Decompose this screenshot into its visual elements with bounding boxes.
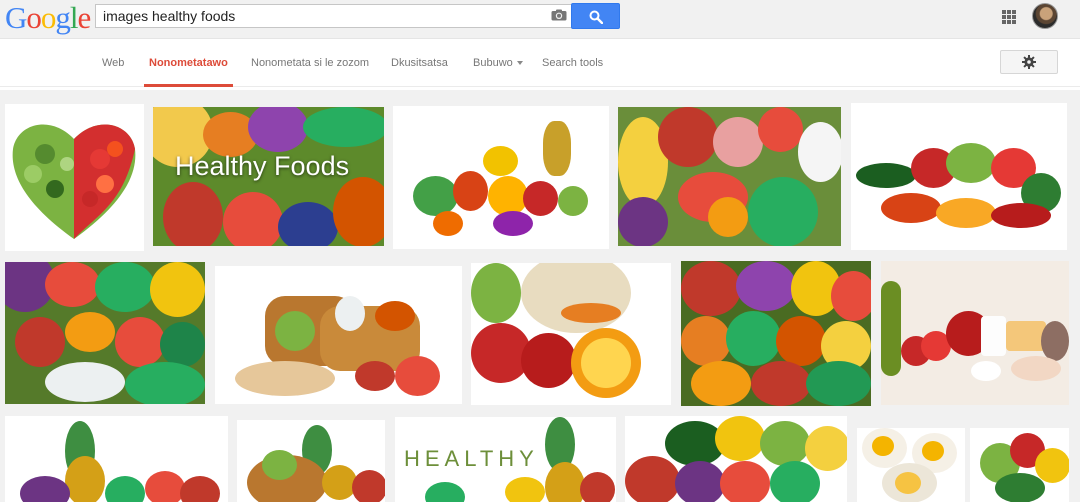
search-tools-button[interactable]: Search tools [542,57,603,69]
top-bar: Google images healthy foods [0,0,1080,39]
image-result-balanced-diet[interactable] [881,261,1069,405]
image-result-healthy-text[interactable]: HEALTHY [395,417,616,502]
tab-web[interactable]: Web [102,57,124,69]
heart-image [12,124,136,239]
logo-letter: o [40,0,56,35]
search-icon [589,10,603,24]
tab-videos[interactable]: Nonometata si le zozom [251,57,369,69]
gear-icon [1022,55,1036,69]
search-query-text: images healthy foods [103,8,236,24]
settings-button[interactable] [1000,50,1058,74]
google-logo[interactable]: Google [5,0,92,35]
logo-letter: o [26,0,41,35]
logo-letter: e [77,0,92,35]
tab-images[interactable]: Nonometatawo [149,57,228,69]
image-result-mixed-produce[interactable] [625,416,847,502]
image-result-vegetables[interactable] [851,103,1067,250]
apps-grid-icon[interactable] [1002,10,1016,24]
logo-letter: l [69,0,79,35]
image-result-healthy-foods-banner[interactable]: Healthy Foods [153,107,384,246]
active-tab-indicator [144,84,233,87]
search-button[interactable] [571,3,620,29]
image-result-wicker-baskets[interactable] [215,266,462,404]
tab-more[interactable]: Bubuwo [473,57,523,69]
image-result-fruit-veg-pile[interactable] [393,106,609,249]
image-result-heart-veggies[interactable] [5,104,144,251]
search-tabs-bar: Web Nonometatawo Nonometata si le zozom … [0,40,1080,87]
healthy-word-overlay: HEALTHY [404,446,539,471]
camera-icon[interactable] [551,9,567,21]
search-input[interactable]: images healthy foods [95,4,572,28]
logo-letter: g [55,0,70,35]
image-result-colorful-mix[interactable] [681,261,871,406]
image-results-grid: Healthy Foods HEALTHY [0,90,1080,502]
image-result-sack-of-fruit[interactable] [471,263,671,405]
avatar[interactable] [1032,3,1058,29]
image-result-salad[interactable] [970,428,1069,502]
logo-letter: G [5,0,27,35]
image-result-eggs[interactable] [857,428,965,502]
image-result-fruit-basket[interactable] [618,107,841,246]
tab-more-label: Bubuwo [473,57,513,69]
image-result-pineapple-fruits[interactable] [5,416,228,502]
healthy-foods-overlay: Healthy Foods [175,151,350,181]
image-result-market-produce[interactable] [5,262,205,404]
image-result-fruit-basket-pineapple[interactable] [237,420,385,502]
chevron-down-icon [516,61,523,66]
tab-news[interactable]: Dkusitsatsa [391,57,448,69]
